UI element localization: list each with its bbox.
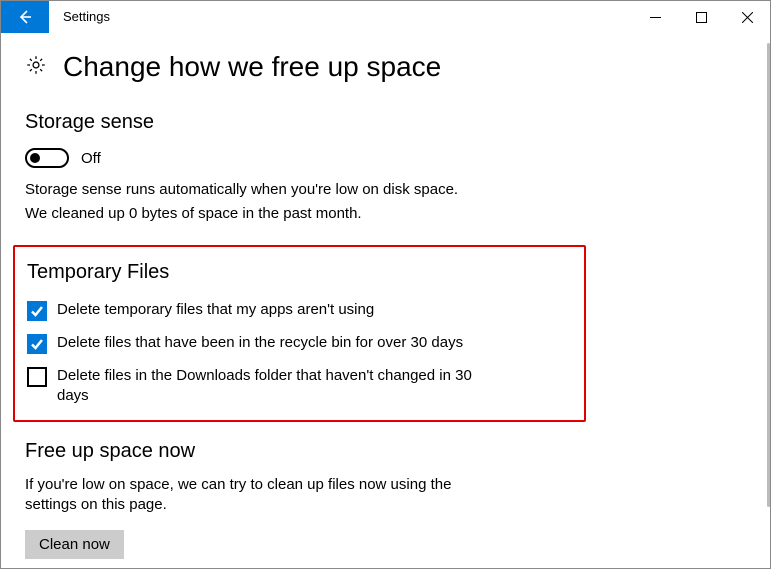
- maximize-icon: [696, 12, 707, 23]
- checkbox-label: Delete files in the Downloads folder tha…: [57, 366, 477, 407]
- arrow-left-icon: [17, 9, 33, 25]
- checkbox-label: Delete files that have been in the recyc…: [57, 333, 463, 353]
- close-icon: [742, 12, 753, 23]
- scrollbar-thumb[interactable]: [767, 43, 770, 507]
- minimize-icon: [650, 12, 661, 23]
- storage-sense-toggle[interactable]: [25, 148, 69, 168]
- gear-icon: [25, 54, 47, 81]
- maximize-button[interactable]: [678, 1, 724, 33]
- free-up-heading: Free up space now: [25, 440, 746, 463]
- temp-file-option-1: Delete files that have been in the recyc…: [27, 333, 572, 354]
- window-title: Settings: [49, 1, 632, 33]
- temp-file-option-0: Delete temporary files that my apps aren…: [27, 300, 572, 321]
- storage-sense-section: Storage sense Off Storage sense runs aut…: [25, 111, 746, 225]
- window-controls: [632, 1, 770, 33]
- toggle-state-label: Off: [81, 150, 101, 167]
- scrollbar[interactable]: [767, 43, 770, 558]
- storage-sense-toggle-row: Off: [25, 148, 746, 168]
- toggle-knob: [30, 153, 40, 163]
- free-up-desc: If you're low on space, we can try to cl…: [25, 475, 485, 516]
- temporary-files-heading: Temporary Files: [27, 261, 572, 284]
- checkbox[interactable]: [27, 301, 47, 321]
- temp-file-option-2: Delete files in the Downloads folder tha…: [27, 366, 572, 407]
- close-button[interactable]: [724, 1, 770, 33]
- checkbox[interactable]: [27, 334, 47, 354]
- storage-sense-heading: Storage sense: [25, 111, 746, 134]
- titlebar: Settings: [1, 1, 770, 33]
- content-area: Change how we free up space Storage sens…: [1, 33, 770, 568]
- minimize-button[interactable]: [632, 1, 678, 33]
- page-title: Change how we free up space: [63, 51, 441, 83]
- checkbox-label: Delete temporary files that my apps aren…: [57, 300, 374, 320]
- storage-sense-desc-2: We cleaned up 0 bytes of space in the pa…: [25, 204, 746, 224]
- free-up-section: Free up space now If you're low on space…: [25, 440, 746, 559]
- check-icon: [30, 304, 44, 318]
- temporary-files-section: Temporary Files Delete temporary files t…: [13, 245, 586, 423]
- checkbox[interactable]: [27, 367, 47, 387]
- page-header: Change how we free up space: [25, 51, 746, 83]
- storage-sense-desc-1: Storage sense runs automatically when yo…: [25, 180, 746, 200]
- clean-now-button[interactable]: Clean now: [25, 530, 124, 559]
- check-icon: [30, 337, 44, 351]
- back-button[interactable]: [1, 1, 49, 33]
